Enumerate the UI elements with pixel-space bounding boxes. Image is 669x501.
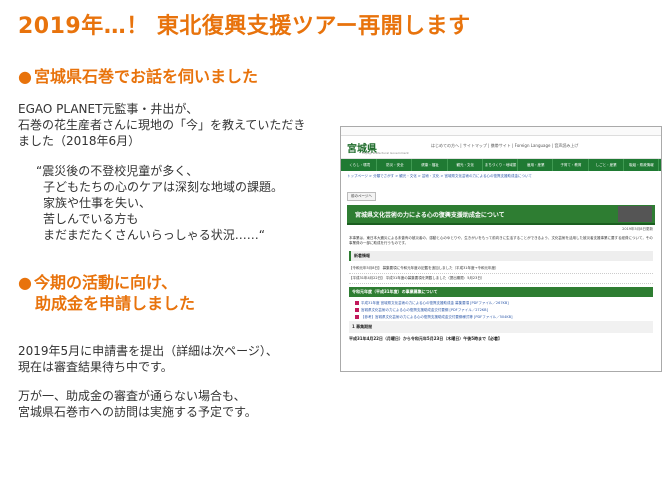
nav-item: しごと・産業 bbox=[590, 159, 624, 171]
pdf-icon bbox=[355, 315, 359, 319]
screenshot-top-bar bbox=[341, 127, 661, 136]
screenshot-back-button: 前のページへ bbox=[347, 192, 376, 201]
quote-line: 家族や仕事を失い、 bbox=[43, 196, 152, 210]
nav-item: 雇用・産業 bbox=[519, 159, 554, 171]
news-heading: 新着情報 bbox=[349, 251, 653, 261]
website-screenshot: 宮城県 Miyagi Prefectural Government はじめての方… bbox=[340, 126, 662, 372]
section-heading-text: 宮城県石巻でお話を伺いました bbox=[33, 67, 258, 86]
intro-line: EGAO PLANET元監事・井出が、 bbox=[18, 102, 199, 116]
news-row: 【令和元年5月8日】 募集要項に令和元年度の記載を追加しました（平成31年度→令… bbox=[349, 264, 653, 274]
period-label: 1 募集期間 bbox=[349, 321, 653, 333]
quote-line: 苦しんでいる方も bbox=[43, 212, 139, 226]
bullet-icon: ● bbox=[18, 273, 32, 292]
nav-item: まちづくり・地域振興 bbox=[484, 159, 519, 179]
plan-paragraph: 万が一、助成金の審査が通らない場合も、 宮城県石巻市への訪問は実施する予定です。 bbox=[18, 388, 257, 420]
bullet-icon: ● bbox=[18, 67, 32, 86]
doc-link: 宮城県文化芸術の力による心の復興支援助成金交付要綱 [PDFファイル／272KB… bbox=[355, 307, 647, 314]
page-title: 2019年…！ 東北復興支援ツアー再開します bbox=[18, 14, 471, 39]
doc-link-text: 宮城県文化芸術の力による心の復興支援助成金交付要綱 [PDFファイル／272KB… bbox=[361, 308, 488, 312]
section-heading-interview: ● 宮城県石巻でお話を伺いました bbox=[18, 66, 258, 87]
nav-item: 子育て・教育 bbox=[554, 159, 589, 171]
nav-item: 健康・福祉 bbox=[413, 159, 448, 171]
pdf-icon bbox=[355, 301, 359, 305]
section-heading-text: 助成金を申請しました bbox=[35, 294, 196, 313]
banner-title: 宮城県文化芸術の力による心の復興支援助成金について bbox=[355, 212, 505, 219]
nav-item: くらし・環境 bbox=[343, 159, 378, 171]
banner-image bbox=[618, 206, 652, 222]
screenshot-banner: 宮城県文化芸術の力による心の復興支援助成金について bbox=[347, 205, 655, 225]
quote-line: “震災後の不登校児童が多く、 bbox=[36, 164, 199, 178]
quote-block: “震災後の不登校児童が多く、 子どもたちの心のケアは深刻な地域の課題。 家族や仕… bbox=[36, 163, 283, 243]
intro-line: ました（2018年6月） bbox=[18, 134, 141, 148]
screenshot-updated: 2019年5月8日更新 bbox=[622, 227, 653, 231]
doc-link-text: 【参考】宮城県文化芸術の力による心の復興支援助成金交付要綱様式等 [PDFファイ… bbox=[361, 315, 513, 319]
section-heading-grant: ● 今期の活動に向け、 助成金を申請しました bbox=[18, 272, 195, 314]
status-paragraph: 2019年5月に申請書を提出（詳細は次ページ）、 現在は審査結果待ち中です。 bbox=[18, 343, 278, 375]
quote-line: 子どもたちの心のケアは深刻な地域の課題。 bbox=[43, 180, 284, 194]
doc-link-text: 平成31年度 宮城県文化芸術の力による心の復興支援助成金 募集要項 [PDFファ… bbox=[361, 301, 509, 305]
pdf-icon bbox=[355, 308, 359, 312]
intro-line: 石巻の花生産者さんに現地の「今」を教えていただき bbox=[18, 118, 306, 132]
plan-line: 宮城県石巻市への訪問は実施する予定です。 bbox=[18, 405, 257, 419]
prefecture-logo-sub: Miyagi Prefectural Government bbox=[362, 151, 409, 155]
header-links: はじめての方へ | サイトマップ | 携帯サイト | Foreign Langu… bbox=[431, 143, 579, 148]
nav-item: 防災・安全 bbox=[378, 159, 413, 171]
intro-paragraph: EGAO PLANET元監事・井出が、 石巻の花生産者さんに現地の「今」を教えて… bbox=[18, 101, 305, 149]
quote-line: まだまだたくさんいらっしゃる状況……“ bbox=[43, 228, 265, 242]
nav-item: 観光・文化 bbox=[449, 159, 483, 171]
section-heading-text: 今期の活動に向け、 bbox=[33, 273, 178, 292]
screenshot-body-text: 本事業は，東日本大震災による未曾有の被災者の、感動と心のゆとりや、生きがいをもっ… bbox=[349, 236, 653, 245]
nav-item: 取組・県政情報 bbox=[625, 159, 659, 171]
plan-line: 万が一、助成金の審査が通らない場合も、 bbox=[18, 389, 246, 403]
doc-link: 【参考】宮城県文化芸術の力による心の復興支援助成金交付要綱様式等 [PDFファイ… bbox=[355, 314, 647, 321]
news-row: 【平成31年4月22日】 平成31年度の募集要項を掲載しました（提出期限：5月2… bbox=[349, 274, 653, 284]
doc-link: 平成31年度 宮城県文化芸術の力による心の復興支援助成金 募集要項 [PDFファ… bbox=[355, 300, 647, 307]
status-line: 2019年5月に申請書を提出（詳細は次ページ）、 bbox=[18, 344, 278, 358]
status-line: 現在は審査結果待ち中です。 bbox=[18, 360, 173, 374]
screenshot-header: 宮城県 Miyagi Prefectural Government はじめての方… bbox=[341, 136, 661, 159]
period-text: 平成31年4月22日（月曜日）から令和元年5月23日（木曜日）午後5時まで【必着… bbox=[349, 336, 503, 341]
recruit-heading: 令和元年度（平成31年度）の事業募集について bbox=[349, 287, 653, 297]
screenshot-nav: くらし・環境 防災・安全 健康・福祉 観光・文化 まちづくり・地域振興 雇用・産… bbox=[341, 159, 661, 179]
